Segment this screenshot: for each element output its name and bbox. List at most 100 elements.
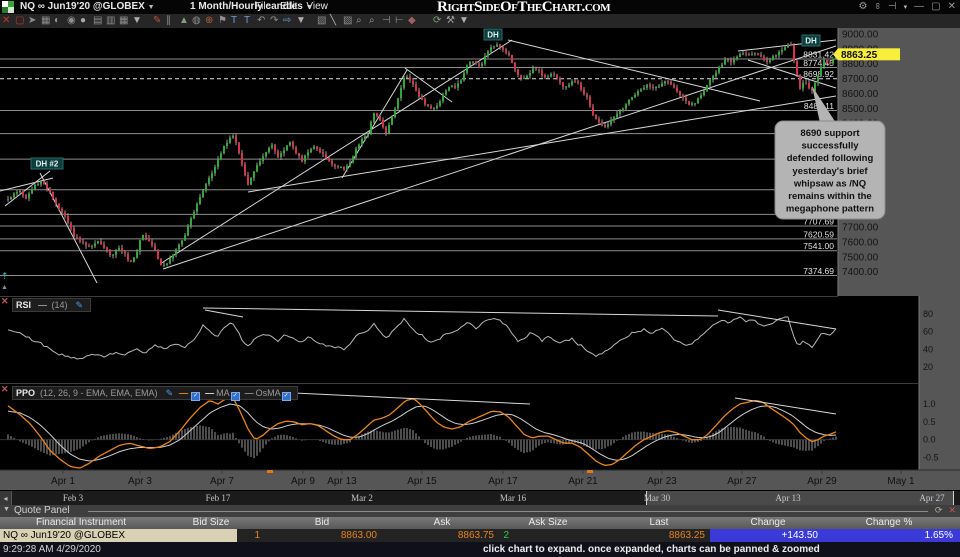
link-icon[interactable]: ∞	[873, 3, 883, 9]
svg-text:⇡: ⇡	[1, 271, 9, 281]
toolbar-icon[interactable]: ⇨	[283, 14, 291, 28]
toolbar-icon[interactable]: ▼	[132, 14, 142, 28]
maximize-icon[interactable]: ▢	[931, 1, 940, 12]
toolbar-icon[interactable]: ▦	[119, 14, 128, 28]
time-axis[interactable]: Apr 1 Apr 3 Apr 7 Apr 9 Apr 13 Apr 15 Apr 17 Ap…	[0, 469, 960, 490]
edit-study-icon[interactable]: ✎	[76, 300, 84, 310]
column-header[interactable]: Bid	[315, 517, 329, 528]
column-header[interactable]: Change	[750, 517, 785, 528]
close-icon[interactable]: ✕	[948, 1, 956, 12]
toolbar-icon[interactable]: ⊕	[205, 14, 213, 28]
edit-study-icon[interactable]: ✎	[166, 388, 174, 398]
menu-edit[interactable]: Edit	[280, 1, 297, 12]
svg-text:7600.00: 7600.00	[842, 237, 879, 248]
svg-text:-0.5: -0.5	[923, 453, 939, 463]
toolbar-icon[interactable]: ✕	[2, 14, 10, 28]
svg-text:9000.00: 9000.00	[842, 30, 879, 41]
svg-text:Apr 23: Apr 23	[647, 476, 677, 487]
scrollbar-left-arrow-icon[interactable]: ◂	[0, 491, 12, 506]
close-icon[interactable]: ✕	[948, 505, 956, 515]
svg-text:May 1: May 1	[887, 476, 915, 487]
menu-file[interactable]: File	[255, 1, 271, 12]
toolbar-icon[interactable]: ▥	[106, 14, 115, 28]
column-header[interactable]: Ask Size	[529, 517, 568, 528]
toolbar-icon[interactable]: ╲	[330, 14, 336, 28]
osma-checkbox[interactable]: ✓	[281, 392, 291, 401]
toolbar-icon[interactable]: T	[231, 14, 237, 28]
toolbar-icon[interactable]: ◉	[67, 14, 76, 28]
ppo-params: (12, 26, 9 - EMA, EMA, EMA)	[40, 388, 158, 398]
svg-text:1.0: 1.0	[923, 399, 936, 409]
chart-canvas[interactable]: 9000.008900.008800.008700.008600.008500.…	[0, 28, 960, 490]
toolbar-icon[interactable]: ▦	[41, 14, 50, 28]
refresh-icon[interactable]: ⟳	[935, 505, 943, 515]
scrollbar-date-label: Mar 30	[643, 493, 671, 503]
column-header[interactable]: Change %	[866, 517, 913, 528]
toolbar-icon[interactable]: ▼	[459, 14, 469, 28]
column-header[interactable]: Bid Size	[193, 517, 230, 528]
quote-value: 1	[254, 530, 260, 541]
gear-icon[interactable]: ⚙	[859, 1, 868, 12]
toolbar-icon[interactable]: ▤	[93, 14, 102, 28]
menu-view[interactable]: View	[306, 1, 328, 12]
toolbar-icon[interactable]: ▨	[343, 14, 352, 28]
toolbar-icon[interactable]: ∥	[166, 14, 171, 28]
svg-text:Apr 17: Apr 17	[488, 476, 518, 487]
instrument-cell[interactable]: NQ ∞ Jun19'20 @GLOBEX	[0, 529, 237, 542]
toolbar-icon[interactable]: ⌕	[369, 14, 375, 28]
svg-text:Apr 13: Apr 13	[327, 476, 357, 487]
toolbar-icon[interactable]: ▼	[296, 14, 306, 28]
scrollbar-date-label: Feb 17	[205, 493, 231, 503]
toolbar-icon[interactable]: ➤	[28, 14, 36, 28]
quote-panel-titlebar[interactable]: ▼ Quote Panel ⟳ ✕	[0, 505, 960, 517]
toolbar-icon[interactable]: T	[244, 14, 250, 28]
svg-text:yesterday's brief: yesterday's brief	[792, 166, 868, 177]
title-bar: NQ ∞ Jun19'20 @GLOBEX ▼ 1 Month/Hourly c…	[0, 0, 960, 15]
svg-text:Apr 15: Apr 15	[407, 476, 437, 487]
toolbar-icon[interactable]: ◆	[408, 14, 416, 28]
svg-text:defended following: defended following	[787, 153, 874, 164]
scrollbar-date-label: Apr 27	[919, 493, 945, 503]
toolbar-icon[interactable]: ⚑	[218, 14, 227, 28]
toolbar-icon[interactable]: ↶	[257, 14, 265, 28]
toolbar-icon[interactable]: ⟳	[433, 14, 441, 28]
minimize-icon[interactable]: —	[914, 1, 924, 12]
toolbar-icon[interactable]: ⊢	[395, 14, 404, 28]
unpin-icon[interactable]: ⊣ ▾	[888, 1, 907, 12]
price-axis[interactable]: 9000.008900.008800.008700.008600.008500.…	[837, 28, 960, 470]
toolbar-icon[interactable]: ⌕	[356, 14, 362, 28]
svg-text:20: 20	[923, 362, 933, 372]
toolbar-icon[interactable]: ↷	[270, 14, 278, 28]
svg-text:DH: DH	[487, 31, 499, 40]
toolbar-icon[interactable]: ⚒	[446, 14, 455, 28]
column-header[interactable]: Financial Instrument	[36, 517, 126, 528]
svg-text:▲: ▲	[1, 284, 8, 291]
quote-table-header: Financial Instrument Bid Size Bid Ask Ask Si…	[0, 517, 960, 529]
symbol-selector[interactable]: NQ ∞ Jun19'20 @GLOBEX ▼	[20, 1, 155, 12]
scrollbar-date-label: Feb 3	[62, 493, 84, 503]
ma-line-swatch: —	[205, 388, 215, 398]
svg-text:whipsaw as /NQ: whipsaw as /NQ	[793, 178, 866, 189]
svg-text:remains within the: remains within the	[788, 191, 871, 202]
column-header[interactable]: Last	[650, 517, 669, 528]
toolbar-icon[interactable]: ▲	[179, 14, 189, 28]
range-scrollbar[interactable]: ◂ Feb 3 Feb 17 Mar 2 Mar 16 Mar 30 Apr 13 Apr …	[0, 490, 960, 506]
toolbar-icon[interactable]: ●	[80, 14, 86, 28]
quote-table-row[interactable]: NQ ∞ Jun19'20 @GLOBEX 1 8863.00 8863.75 2 88…	[0, 529, 960, 542]
toolbar-icon[interactable]: ⊣	[382, 14, 391, 28]
collapse-triangle-icon[interactable]: ▼	[3, 506, 10, 513]
ma-checkbox[interactable]: ✓	[230, 392, 240, 401]
svg-text:8690 support: 8690 support	[800, 128, 860, 139]
column-header[interactable]: Ask	[434, 517, 451, 528]
toolbar-icon[interactable]: ◍	[192, 14, 201, 28]
toolbar-icon[interactable]: ✎	[153, 14, 161, 28]
ppo-checkbox[interactable]: ✓	[191, 392, 201, 401]
ppo-header[interactable]: PPO (12, 26, 9 - EMA, EMA, EMA) ✎ — ✓ — MA ✓ — Os…	[12, 386, 298, 401]
toolbar-icon[interactable]: ◐	[54, 14, 60, 28]
rsi-header[interactable]: RSI — (14) ✎	[12, 298, 92, 312]
toolbar-icon[interactable]: ▧	[317, 14, 326, 28]
svg-text:8863.25: 8863.25	[841, 50, 878, 61]
toolbar-icon[interactable]: ▢	[15, 14, 24, 28]
ppo-close-icon[interactable]: ✕	[1, 384, 10, 394]
rsi-close-icon[interactable]: ✕	[1, 296, 10, 306]
